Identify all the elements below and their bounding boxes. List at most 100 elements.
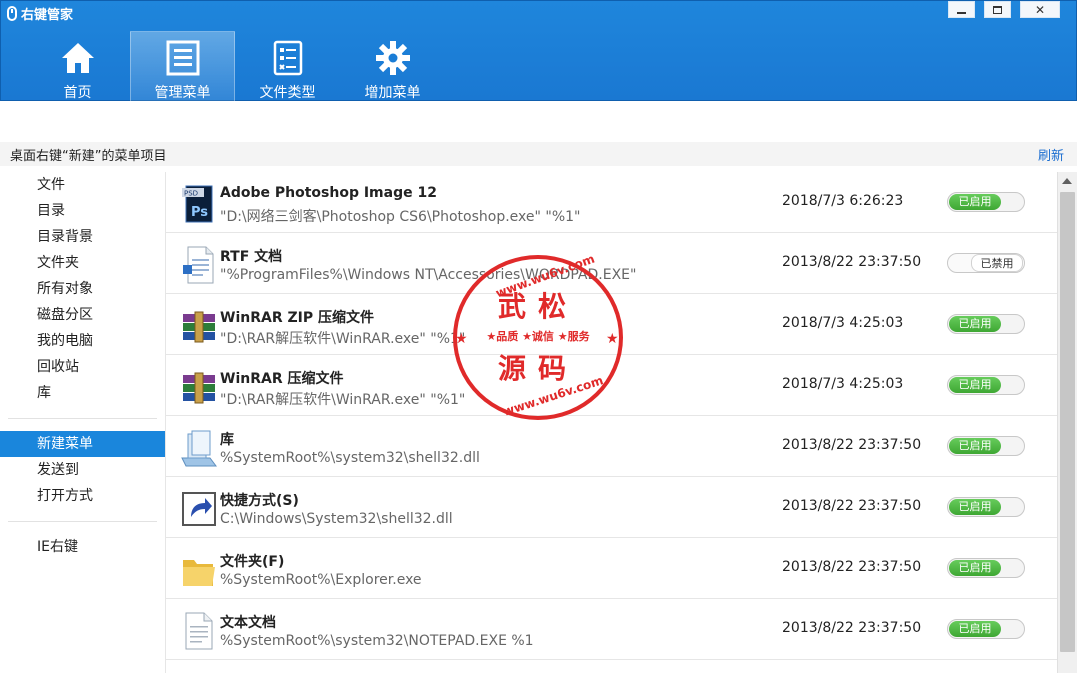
section-bar: 桌面右键“新建”的菜单项目 刷新 bbox=[0, 142, 1077, 166]
nav-file-type-label: 文件类型 bbox=[259, 85, 316, 101]
item-date: 2013/8/22 23:37:50 bbox=[782, 498, 922, 514]
shortcut-icon bbox=[180, 489, 218, 527]
item-path: %SystemRoot%\system32\NOTEPAD.EXE %1 bbox=[220, 633, 534, 649]
item-path: "D:\网络三剑客\Photoshop CS6\Photoshop.exe" "… bbox=[220, 209, 581, 225]
list-item[interactable]: 文件夹(F) %SystemRoot%\Explorer.exe 2013/8/… bbox=[166, 538, 1057, 599]
nav-home[interactable]: 首页 bbox=[25, 31, 130, 102]
item-name: 库 bbox=[220, 432, 234, 448]
mouse-icon bbox=[7, 6, 17, 21]
app-title-bar: 右键管家 bbox=[7, 4, 73, 23]
item-name: WinRAR 压缩文件 bbox=[220, 371, 344, 387]
item-date: 2013/8/22 23:37:50 bbox=[782, 620, 922, 636]
close-icon: ✕ bbox=[1034, 2, 1046, 17]
item-name: 快捷方式(S) bbox=[220, 493, 299, 509]
svg-text:PSD: PSD bbox=[184, 190, 198, 198]
item-name: 文件夹(F) bbox=[220, 554, 285, 570]
item-date: 2013/8/22 23:37:50 bbox=[782, 254, 922, 270]
item-path: %SystemRoot%\system32\shell32.dll bbox=[220, 450, 480, 466]
list-item[interactable]: PSD Ps Adobe Photoshop Image 12 "D:\网络三剑客… bbox=[166, 172, 1057, 233]
file-type-icon bbox=[269, 39, 307, 76]
item-name: WinRAR ZIP 压缩文件 bbox=[220, 310, 374, 326]
sidebar-item-send-to[interactable]: 发送到 bbox=[0, 457, 165, 483]
status-toggle[interactable]: 已启用 bbox=[947, 558, 1025, 578]
section-title: 桌面右键“新建”的菜单项目 bbox=[10, 149, 167, 164]
item-path: C:\Windows\System32\shell32.dll bbox=[220, 511, 453, 527]
sidebar-item-open-with[interactable]: 打开方式 bbox=[0, 483, 165, 509]
item-name: RTF 文档 bbox=[220, 249, 283, 265]
status-label: 已启用 bbox=[949, 194, 1001, 210]
nav-add-menu-label: 增加菜单 bbox=[364, 85, 421, 101]
maximize-icon bbox=[993, 5, 1002, 14]
gear-icon bbox=[374, 39, 412, 76]
close-button[interactable]: ✕ bbox=[1020, 1, 1060, 18]
sidebar-item-my-computer[interactable]: 我的电脑 bbox=[0, 328, 165, 354]
nav-add-menu[interactable]: 增加菜单 bbox=[340, 31, 445, 102]
sidebar-item-library[interactable]: 库 bbox=[0, 380, 165, 406]
sidebar-item-ie-context[interactable]: IE右键 bbox=[0, 534, 165, 560]
scroll-up-arrow-icon[interactable] bbox=[1062, 178, 1072, 184]
nav-manage-menu[interactable]: 管理菜单 bbox=[130, 31, 235, 102]
list-item[interactable]: WinRAR 压缩文件 "D:\RAR解压软件\WinRAR.exe" "%1"… bbox=[166, 355, 1057, 416]
item-path: "%ProgramFiles%\Windows NT\Accessories\W… bbox=[220, 267, 637, 283]
sidebar-item-directory[interactable]: 目录 bbox=[0, 198, 165, 224]
menu-item-list: PSD Ps Adobe Photoshop Image 12 "D:\网络三剑客… bbox=[165, 172, 1057, 673]
refresh-link[interactable]: 刷新 bbox=[1038, 145, 1064, 164]
status-label: 已启用 bbox=[949, 438, 1001, 454]
item-path: %SystemRoot%\Explorer.exe bbox=[220, 572, 422, 588]
window-controls: ✕ bbox=[948, 1, 1060, 18]
home-icon bbox=[59, 39, 97, 76]
nav-manage-menu-label: 管理菜单 bbox=[154, 85, 211, 101]
status-label: 已启用 bbox=[949, 621, 1001, 637]
status-label: 已启用 bbox=[949, 499, 1001, 515]
item-date: 2018/7/3 4:25:03 bbox=[782, 315, 904, 331]
sidebar-item-folder[interactable]: 文件夹 bbox=[0, 250, 165, 276]
minimize-button[interactable] bbox=[948, 1, 975, 18]
status-toggle[interactable]: 已启用 bbox=[947, 375, 1025, 395]
item-date: 2018/7/3 6:26:23 bbox=[782, 193, 904, 209]
folder-icon bbox=[180, 550, 218, 588]
sidebar-item-directory-background[interactable]: 目录背景 bbox=[0, 224, 165, 250]
sidebar-item-disk-partition[interactable]: 磁盘分区 bbox=[0, 302, 165, 328]
list-item[interactable]: RTF 文档 "%ProgramFiles%\Windows NT\Access… bbox=[166, 233, 1057, 294]
status-toggle[interactable]: 已启用 bbox=[947, 314, 1025, 334]
status-label: 已启用 bbox=[949, 377, 1001, 393]
photoshop-file-icon: PSD Ps bbox=[180, 184, 218, 223]
status-label: 已禁用 bbox=[971, 254, 1023, 272]
item-name: 文本文档 bbox=[220, 615, 276, 631]
sidebar-item-new-menu[interactable]: 新建菜单 bbox=[0, 431, 165, 457]
status-toggle[interactable]: 已禁用 bbox=[947, 253, 1025, 273]
nav-home-label: 首页 bbox=[63, 85, 92, 101]
minimize-icon bbox=[957, 11, 966, 14]
list-item[interactable]: 库 %SystemRoot%\system32\shell32.dll 2013… bbox=[166, 416, 1057, 477]
item-path: "D:\RAR解压软件\WinRAR.exe" "%1" bbox=[220, 331, 466, 347]
app-title: 右键管家 bbox=[21, 8, 74, 23]
list-item[interactable]: 文本文档 %SystemRoot%\system32\NOTEPAD.EXE %… bbox=[166, 599, 1057, 660]
list-item[interactable]: 快捷方式(S) C:\Windows\System32\shell32.dll … bbox=[166, 477, 1057, 538]
nav-file-type[interactable]: 文件类型 bbox=[235, 31, 340, 102]
item-path: "D:\RAR解压软件\WinRAR.exe" "%1" bbox=[220, 392, 466, 408]
item-name: Adobe Photoshop Image 12 bbox=[220, 185, 437, 201]
sidebar-item-file[interactable]: 文件 bbox=[0, 172, 165, 198]
sidebar-divider bbox=[8, 418, 157, 419]
list-item[interactable]: WinRAR ZIP 压缩文件 "D:\RAR解压软件\WinRAR.exe" … bbox=[166, 294, 1057, 355]
item-date: 2013/8/22 23:37:50 bbox=[782, 437, 922, 453]
status-toggle[interactable]: 已启用 bbox=[947, 497, 1025, 517]
sidebar-divider bbox=[8, 521, 157, 522]
text-document-icon bbox=[180, 611, 218, 650]
status-toggle[interactable]: 已启用 bbox=[947, 436, 1025, 456]
app-header: 右键管家 ✕ 首页 管理菜单 文件类型 增加菜单 bbox=[0, 0, 1077, 102]
status-toggle[interactable]: 已启用 bbox=[947, 619, 1025, 639]
status-label: 已启用 bbox=[949, 560, 1001, 576]
sidebar: 文件 目录 目录背景 文件夹 所有对象 磁盘分区 我的电脑 回收站 库 新建菜单… bbox=[0, 172, 165, 673]
maximize-button[interactable] bbox=[984, 1, 1011, 18]
rtf-document-icon bbox=[180, 245, 218, 284]
status-label: 已启用 bbox=[949, 316, 1001, 332]
status-toggle[interactable]: 已启用 bbox=[947, 192, 1025, 212]
sidebar-item-all-objects[interactable]: 所有对象 bbox=[0, 276, 165, 302]
vertical-scrollbar[interactable] bbox=[1057, 172, 1077, 673]
svg-text:Ps: Ps bbox=[191, 205, 208, 220]
sidebar-item-recycle-bin[interactable]: 回收站 bbox=[0, 354, 165, 380]
winrar-icon bbox=[180, 367, 218, 405]
scroll-thumb[interactable] bbox=[1060, 192, 1075, 652]
list-icon bbox=[164, 40, 202, 76]
